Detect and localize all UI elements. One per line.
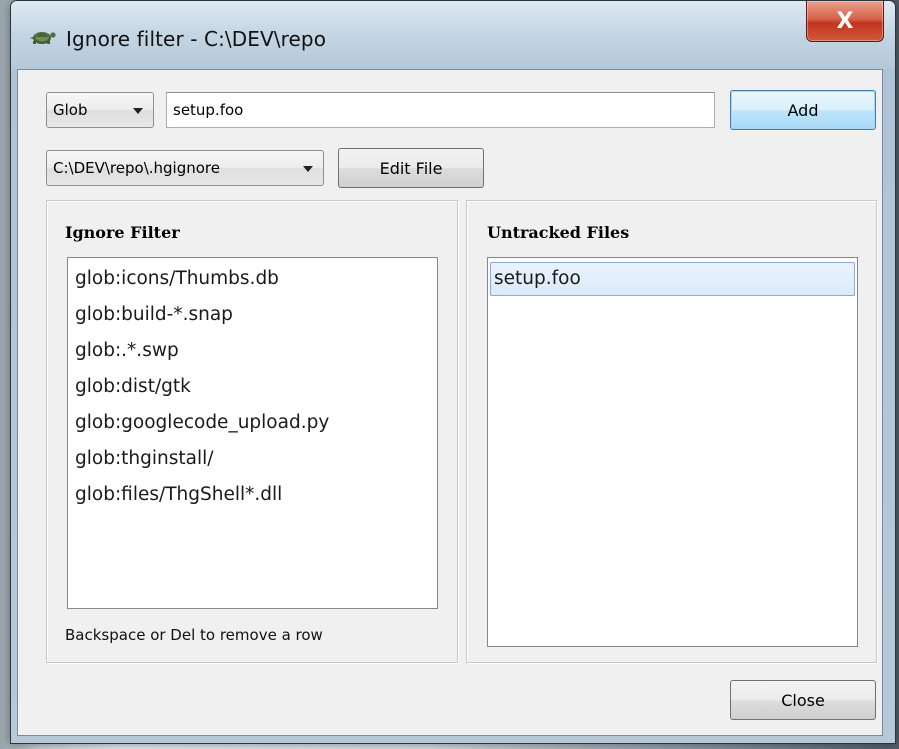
- ignore-filter-panel: Ignore Filter glob:icons/Thumbs.db glob:…: [46, 200, 459, 664]
- window-title: Ignore filter - C:\DEV\repo: [66, 27, 327, 51]
- list-item[interactable]: glob:.*.swp: [68, 333, 437, 369]
- dialog-client-area: Glob Add C:\DEV\repo\.hgignore Edit File…: [17, 69, 883, 736]
- ignore-file-value: C:\DEV\repo\.hgignore: [53, 159, 220, 177]
- pattern-type-value: Glob: [53, 101, 88, 119]
- list-item[interactable]: glob:googlecode_upload.py: [68, 405, 437, 441]
- pattern-type-select[interactable]: Glob: [46, 92, 154, 128]
- ignore-filter-dialog: Ignore filter - C:\DEV\repo X Glob Add C…: [10, 0, 896, 744]
- chevron-down-icon: [133, 108, 143, 114]
- list-item[interactable]: glob:icons/Thumbs.db: [68, 261, 437, 297]
- close-icon[interactable]: X: [806, 1, 884, 42]
- list-item[interactable]: glob:build-*.snap: [68, 297, 437, 333]
- close-button[interactable]: Close: [730, 680, 876, 720]
- list-item[interactable]: glob:files/ThgShell*.dll: [68, 477, 437, 513]
- ignore-file-select[interactable]: C:\DEV\repo\.hgignore: [46, 150, 324, 186]
- remove-row-hint: Backspace or Del to remove a row: [65, 626, 323, 644]
- tortoise-icon: [30, 32, 56, 44]
- add-button[interactable]: Add: [730, 90, 876, 130]
- untracked-files-list[interactable]: setup.foo: [487, 257, 858, 647]
- list-item[interactable]: glob:thginstall/: [68, 441, 437, 477]
- title-bar[interactable]: Ignore filter - C:\DEV\repo X: [11, 1, 895, 69]
- list-item[interactable]: glob:dist/gtk: [68, 369, 437, 405]
- ignore-filter-list[interactable]: glob:icons/Thumbs.db glob:build-*.snap g…: [67, 257, 438, 609]
- edit-file-button[interactable]: Edit File: [338, 148, 484, 188]
- untracked-files-panel: Untracked Files setup.foo: [466, 200, 878, 664]
- ignore-filter-heading: Ignore Filter: [65, 223, 180, 242]
- chevron-down-icon: [303, 166, 313, 172]
- pattern-input[interactable]: [166, 92, 715, 128]
- list-item[interactable]: setup.foo: [490, 262, 855, 296]
- close-glyph: X: [836, 8, 854, 34]
- untracked-files-heading: Untracked Files: [487, 223, 630, 242]
